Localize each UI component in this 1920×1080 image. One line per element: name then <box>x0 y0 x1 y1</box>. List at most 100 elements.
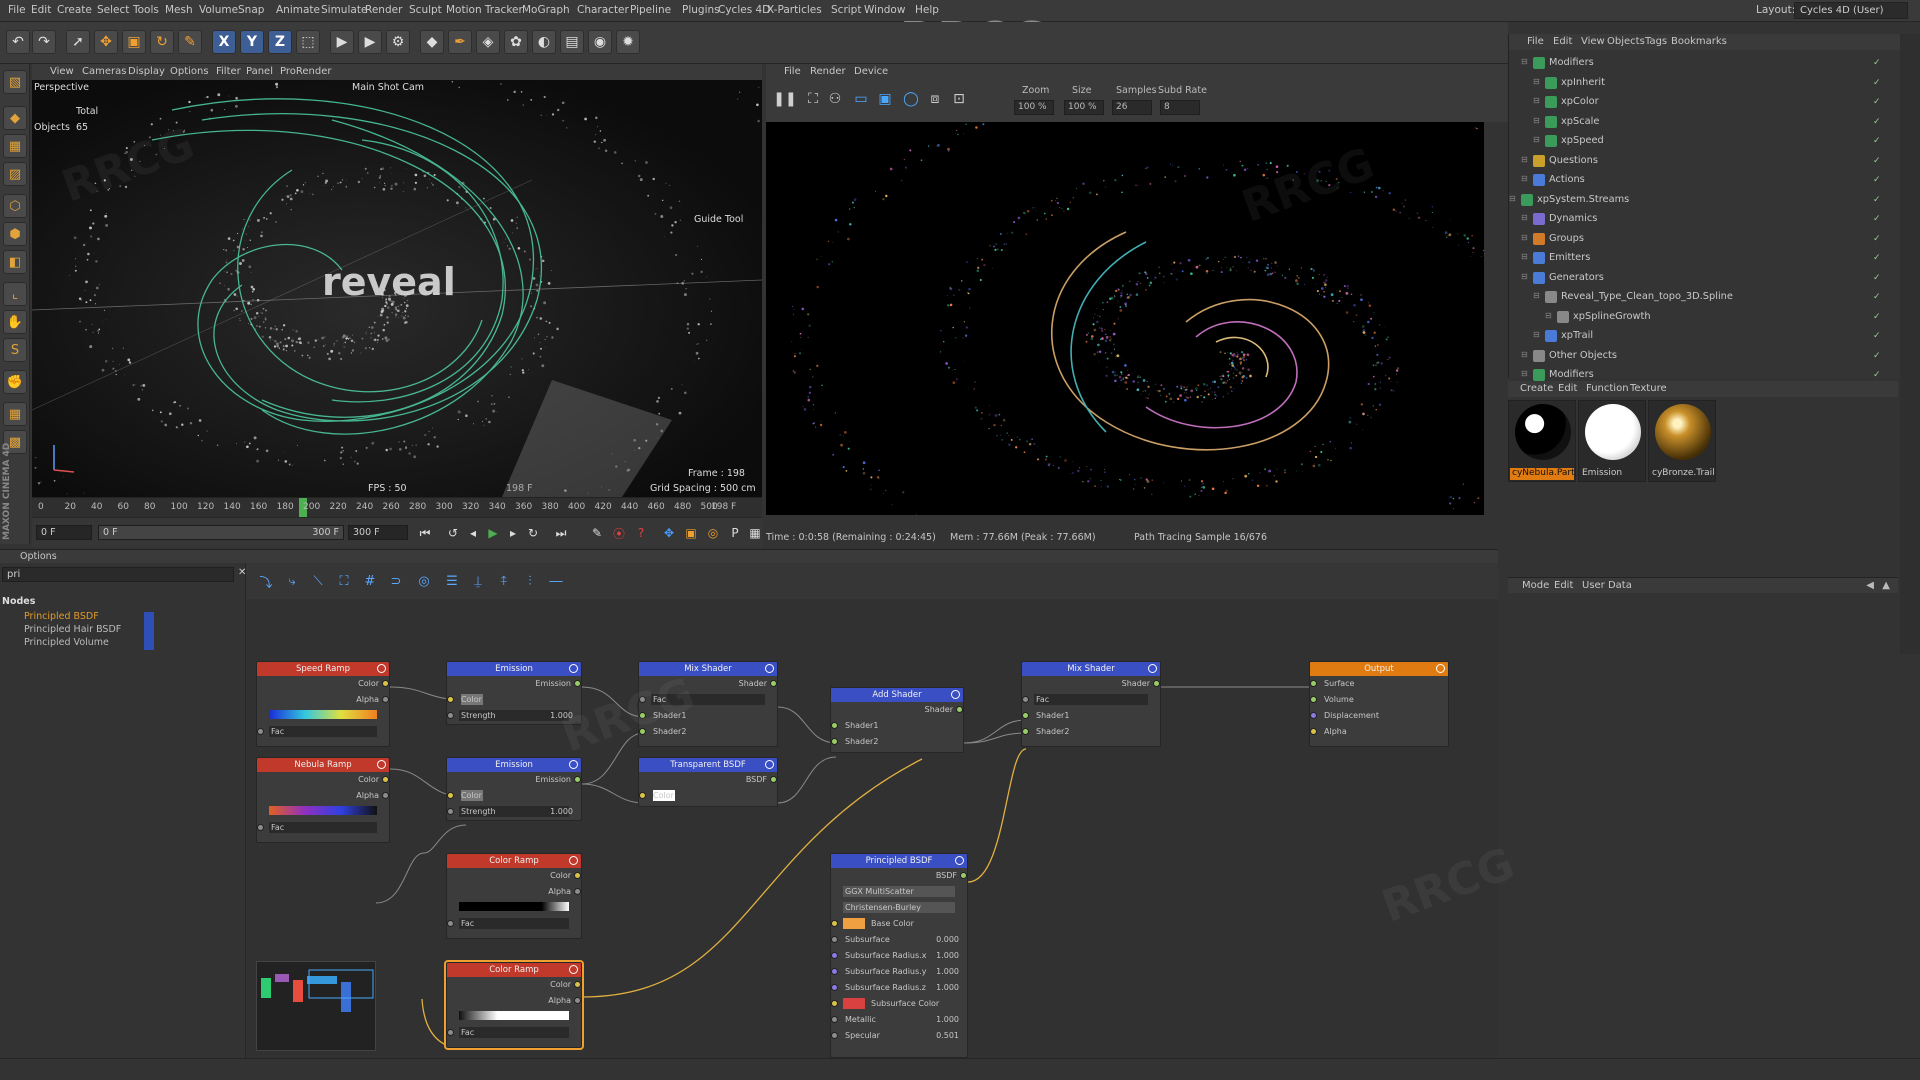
side-tabs[interactable] <box>1900 34 1920 654</box>
render-settings-icon[interactable]: ⚙ <box>386 30 410 54</box>
angled-wire-icon[interactable]: ⤷ <box>282 571 302 591</box>
loop-icon[interactable]: ↻ <box>524 524 542 542</box>
node-header[interactable]: Mix Shader <box>639 662 777 676</box>
expand-icon[interactable]: ⊟ <box>1521 233 1528 242</box>
node-header[interactable]: Color Ramp <box>447 963 581 977</box>
expand-icon[interactable]: ⊟ <box>1545 311 1552 320</box>
node-collapse-icon[interactable] <box>377 760 386 769</box>
input-socket[interactable] <box>831 920 838 927</box>
visibility-toggle[interactable]: ✓ <box>1873 156 1881 166</box>
visibility-toggle[interactable]: ✓ <box>1873 351 1881 361</box>
material-menu-create[interactable]: Create <box>1520 383 1553 394</box>
key-scale-icon[interactable]: ▣ <box>682 524 700 542</box>
input-socket[interactable] <box>447 792 454 799</box>
timeline-ruler[interactable]: 0 20 40 60 80 100 120 140 160 180 200 220 240 260 280 3… <box>32 497 762 518</box>
expand-icon[interactable]: ⊟ <box>1521 272 1528 281</box>
object-row[interactable]: ⊟ xpSplineGrowth ✓ <box>1509 308 1889 327</box>
object-menu-tags[interactable]: Tags <box>1645 36 1667 47</box>
play-icon[interactable]: ▶ <box>484 524 502 542</box>
goto-start-icon[interactable]: ⏮ <box>416 524 434 542</box>
node-list-item[interactable]: Principled Hair BSDF <box>24 624 121 635</box>
object-row[interactable]: ⊟ xpScale ✓ <box>1509 113 1889 132</box>
object-menu-edit[interactable]: Edit <box>1553 36 1572 47</box>
viewport-menu-prorender[interactable]: ProRender <box>280 66 331 77</box>
coordinate-system-icon[interactable]: ⬚ <box>296 30 320 54</box>
socket-value[interactable]: 1.000 <box>936 951 959 960</box>
menu-item-simulate[interactable]: Simulate <box>321 4 367 16</box>
viewport-menu-view[interactable]: View <box>50 66 74 77</box>
key-rotation-icon[interactable]: ◎ <box>704 524 722 542</box>
spline-pen-icon[interactable]: ✒ <box>448 30 472 54</box>
node-collapse-icon[interactable] <box>1436 664 1445 673</box>
object-name[interactable]: xpSplineGrowth <box>1573 311 1651 322</box>
node-list-item[interactable]: Principled Volume <box>24 637 109 648</box>
input-socket[interactable] <box>447 696 454 703</box>
menu-item-file[interactable]: File <box>8 4 26 16</box>
output-socket[interactable] <box>956 706 963 713</box>
fac-slider[interactable] <box>459 918 569 929</box>
object-name[interactable]: Modifiers <box>1549 369 1594 380</box>
node-header[interactable]: Mix Shader <box>1022 662 1160 676</box>
expand-icon[interactable]: ⊟ <box>1521 213 1528 222</box>
gradient-ramp[interactable] <box>459 902 569 911</box>
viewport-menu-filter[interactable]: Filter <box>216 66 241 77</box>
light-icon[interactable]: ✹ <box>616 30 640 54</box>
y-axis-lock-button[interactable]: Y <box>240 30 264 54</box>
object-name[interactable]: Dynamics <box>1549 213 1597 224</box>
visibility-toggle[interactable]: ✓ <box>1873 253 1881 263</box>
input-socket[interactable] <box>257 728 264 735</box>
enable-axis-icon[interactable]: ⌞ <box>3 282 27 306</box>
expand-icon[interactable]: ⊟ <box>1521 155 1528 164</box>
visibility-toggle[interactable]: ✓ <box>1873 78 1881 88</box>
object-name[interactable]: Questions <box>1549 155 1598 166</box>
deformer-icon[interactable]: ◐ <box>532 30 556 54</box>
menu-item-mograph[interactable]: MoGraph <box>522 4 570 16</box>
keyframe-icon[interactable]: ✎ <box>588 524 606 542</box>
menu-item-script[interactable]: Script <box>831 4 861 16</box>
visibility-toggle[interactable]: ✓ <box>1873 136 1881 146</box>
input-socket[interactable] <box>1310 680 1317 687</box>
start-frame-field[interactable]: 0 F <box>36 525 92 540</box>
input-socket[interactable] <box>447 920 454 927</box>
scale-tool-icon[interactable]: ▣ <box>122 30 146 54</box>
input-socket[interactable] <box>831 738 838 745</box>
render-menu-device[interactable]: Device <box>854 66 888 77</box>
prev-key-icon[interactable]: ↺ <box>444 524 462 542</box>
object-row[interactable]: ⊟ Questions ✓ <box>1509 152 1889 171</box>
redo-icon[interactable]: ↷ <box>32 30 56 54</box>
record-icon[interactable]: ⦿ <box>610 524 628 542</box>
object-menu-objects[interactable]: Objects <box>1607 36 1645 47</box>
back-arrow-icon[interactable]: ◀ <box>1866 580 1874 591</box>
subdivision-icon[interactable]: ◈ <box>476 30 500 54</box>
object-row[interactable]: ⊟ Emitters ✓ <box>1509 249 1889 268</box>
node-collapse-icon[interactable] <box>569 965 578 974</box>
object-row[interactable]: ⊟ xpInherit ✓ <box>1509 74 1889 93</box>
menu-item-mesh[interactable]: Mesh <box>165 4 193 16</box>
input-socket[interactable] <box>1310 712 1317 719</box>
gradient-ramp[interactable] <box>459 1011 569 1020</box>
viewport-menu-cameras[interactable]: Cameras <box>82 66 126 77</box>
align-middle-icon[interactable]: ⫶ <box>520 571 540 591</box>
node-nebula-ramp[interactable]: Nebula Ramp Color Alpha Fac <box>256 757 390 843</box>
material-menu-edit[interactable]: Edit <box>1558 383 1577 394</box>
object-row[interactable]: ⊟ Generators ✓ <box>1509 269 1889 288</box>
render-picture-viewer-icon[interactable]: ▶ <box>358 30 382 54</box>
menu-item-motion-tracker[interactable]: Motion Tracker <box>446 4 523 16</box>
node-add-shader[interactable]: Add Shader Shader Shader1 Shader2 <box>830 687 964 753</box>
node-color-ramp-1[interactable]: Color Ramp Color Alpha Fac <box>446 853 582 939</box>
object-name[interactable]: Modifiers <box>1549 57 1594 68</box>
grid-snap-icon[interactable]: # <box>360 571 380 591</box>
visibility-toggle[interactable]: ✓ <box>1873 58 1881 68</box>
visibility-toggle[interactable]: ✓ <box>1873 273 1881 283</box>
snapshot-icon[interactable]: ▭ <box>850 88 872 110</box>
autokey-icon[interactable]: ? <box>632 524 650 542</box>
render-menu-file[interactable]: File <box>784 66 801 77</box>
live-select-icon[interactable]: ✎ <box>178 30 202 54</box>
input-socket[interactable] <box>639 792 646 799</box>
viewport-menu-options[interactable]: Options <box>170 66 209 77</box>
expand-icon[interactable]: ⊟ <box>1521 369 1528 378</box>
align-top-icon[interactable]: ⍊ <box>468 571 488 591</box>
menu-item-cycles-4d[interactable]: Cycles 4D <box>718 4 770 16</box>
select-tool-icon[interactable]: ➚ <box>66 30 90 54</box>
material-menu-texture[interactable]: Texture <box>1630 383 1667 394</box>
